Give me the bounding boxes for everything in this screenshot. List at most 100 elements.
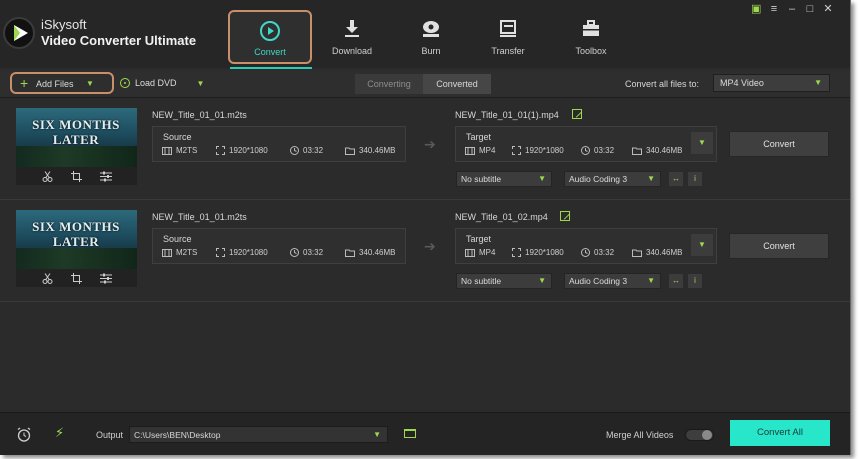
nav-active-indicator	[230, 67, 312, 69]
source-resolution: 1920*1080	[216, 146, 268, 155]
source-format: M2TS	[162, 146, 197, 155]
toolbox-icon	[549, 18, 633, 42]
target-duration: 03:32	[581, 248, 614, 257]
target-size: 340.46MB	[632, 248, 682, 257]
menu-icon[interactable]: ≡	[769, 3, 779, 15]
convert-button[interactable]: Convert	[729, 233, 829, 259]
video-thumbnail[interactable]: SIX MONTHS LATER	[16, 108, 137, 185]
output-format-select[interactable]: MP4 Video ▼	[713, 74, 830, 92]
effects-icon[interactable]	[99, 171, 112, 182]
target-info-box[interactable]: Target MP4 1920*1080 03:32 340.46MB	[455, 126, 717, 162]
subtitle-value: No subtitle	[461, 276, 502, 286]
crop-icon[interactable]	[70, 170, 82, 182]
alarm-clock-icon[interactable]	[16, 427, 32, 442]
thumbnail-tools	[16, 269, 137, 287]
load-dvd-button[interactable]: Load DVD ▼	[120, 78, 204, 88]
audio-select[interactable]: Audio Coding 3 ▼	[564, 171, 661, 187]
crop-icon[interactable]	[70, 272, 82, 284]
folder-icon	[345, 249, 355, 257]
nav-transfer[interactable]: Transfer	[466, 10, 550, 64]
transfer-icon	[466, 18, 550, 42]
nav-burn-label: Burn	[421, 46, 441, 56]
chevron-down-icon: ▼	[538, 174, 546, 183]
gift-icon[interactable]: ▣	[751, 2, 761, 15]
nav-toolbox[interactable]: Toolbox	[549, 10, 633, 64]
chevron-down-icon[interactable]: ▼	[197, 79, 205, 88]
maximize-icon[interactable]: □	[805, 3, 815, 15]
subtitle-select[interactable]: No subtitle ▼	[456, 171, 552, 187]
clock-icon	[581, 146, 590, 155]
arrow-right-icon: ➔	[424, 136, 436, 152]
open-folder-icon[interactable]	[404, 429, 416, 438]
audio-track-icon[interactable]: ↔	[669, 172, 683, 186]
resolution-icon	[216, 248, 225, 257]
target-size: 340.46MB	[632, 146, 682, 155]
nav-convert[interactable]: Convert	[228, 10, 312, 64]
target-dropdown-button[interactable]: ▼	[691, 132, 713, 154]
trim-icon[interactable]	[42, 272, 53, 284]
edit-icon[interactable]	[572, 109, 582, 119]
add-files-button[interactable]: + Add Files ▼	[10, 72, 114, 94]
target-info-box[interactable]: Target MP4 1920*1080 03:32 340.46MB	[455, 228, 717, 264]
video-thumbnail[interactable]: SIX MONTHS LATER	[16, 210, 137, 287]
chevron-down-icon: ▼	[647, 174, 655, 183]
info-icon[interactable]: i	[688, 274, 702, 288]
effects-icon[interactable]	[99, 273, 112, 284]
target-label: Target	[466, 234, 492, 244]
merge-toggle[interactable]	[685, 429, 714, 441]
chevron-down-icon[interactable]: ▼	[86, 79, 94, 88]
target-filename: NEW_Title_01_01(1).mp4	[455, 110, 559, 120]
source-info-box: Source M2TS 1920*1080 03:32 340.46MB	[152, 228, 406, 264]
target-dropdown-button[interactable]: ▼	[691, 234, 713, 256]
nav-download[interactable]: Download	[310, 10, 394, 64]
minimize-icon[interactable]: –	[787, 3, 797, 15]
load-dvd-label: Load DVD	[135, 78, 177, 88]
audio-track-icon[interactable]: ↔	[669, 274, 683, 288]
convert-all-button[interactable]: Convert All	[730, 420, 830, 446]
info-icon[interactable]: i	[688, 172, 702, 186]
source-resolution-value: 1920*1080	[229, 146, 268, 155]
product-name: Video Converter Ultimate	[41, 33, 197, 48]
film-icon	[162, 248, 172, 257]
source-duration-value: 03:32	[303, 248, 324, 257]
download-icon	[310, 18, 394, 42]
audio-select[interactable]: Audio Coding 3 ▼	[564, 273, 661, 289]
source-format: M2TS	[162, 248, 197, 257]
edit-icon[interactable]	[560, 211, 570, 221]
resolution-icon	[512, 248, 521, 257]
output-path-select[interactable]: C:\Users\BEN\Desktop ▼	[129, 426, 388, 443]
resolution-icon	[512, 146, 521, 155]
source-filename: NEW_Title_01_01.m2ts	[152, 212, 247, 222]
target-resolution: 1920*1080	[512, 146, 564, 155]
film-icon	[162, 146, 172, 155]
close-icon[interactable]: ✕	[823, 2, 833, 15]
target-duration-value: 03:32	[594, 248, 615, 257]
lightning-icon[interactable]: ⚡	[55, 425, 64, 441]
source-duration-value: 03:32	[303, 146, 324, 155]
output-label: Output	[96, 430, 124, 440]
convert-icon	[230, 20, 310, 44]
tab-converted[interactable]: Converted	[423, 74, 491, 94]
thumbnail-title: SIX MONTHS LATER	[32, 219, 120, 249]
trim-icon[interactable]	[42, 170, 53, 182]
target-format: MP4	[465, 146, 495, 155]
clock-icon	[290, 146, 299, 155]
resolution-icon	[216, 146, 225, 155]
source-duration: 03:32	[290, 146, 323, 155]
app-window: iSkysoft Video Converter Ultimate Conver…	[0, 0, 851, 455]
convert-button[interactable]: Convert	[729, 131, 829, 157]
folder-icon	[632, 147, 642, 155]
film-icon	[465, 146, 475, 155]
subtitle-select[interactable]: No subtitle ▼	[456, 273, 552, 289]
converting-tabs: Converting Converted	[355, 74, 491, 94]
footer: ⚡ Output C:\Users\BEN\Desktop ▼ Merge Al…	[0, 412, 850, 455]
folder-icon	[632, 249, 642, 257]
chevron-down-icon: ▼	[373, 430, 381, 439]
target-format: MP4	[465, 248, 495, 257]
tab-converting[interactable]: Converting	[355, 74, 423, 94]
target-duration: 03:32	[581, 146, 614, 155]
convert-all-files-label: Convert all files to:	[625, 79, 700, 89]
nav-transfer-label: Transfer	[491, 46, 525, 56]
nav-burn[interactable]: Burn	[389, 10, 473, 64]
arrow-right-icon: ➔	[424, 238, 436, 254]
